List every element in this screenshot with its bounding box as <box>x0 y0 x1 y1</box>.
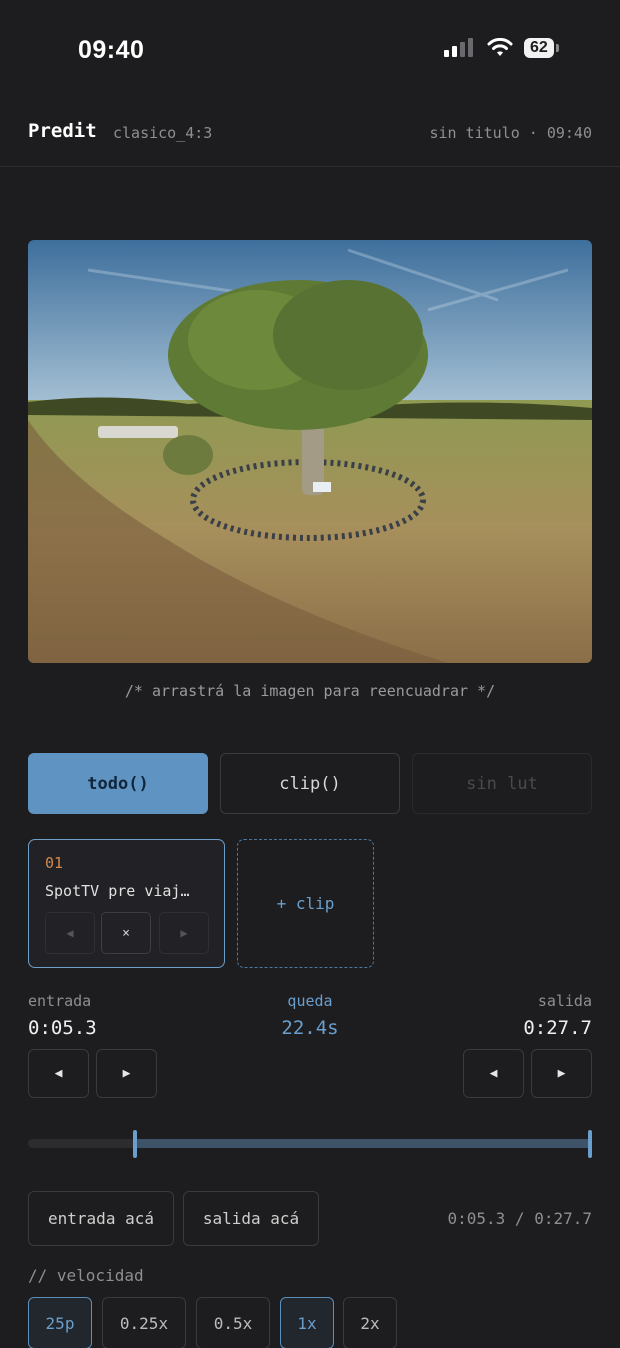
range-readout: 0:05.3 / 0:27.7 <box>447 1209 593 1228</box>
set-out-button[interactable]: salida acá <box>183 1191 319 1246</box>
speed-option-0-25x[interactable]: 0.25x <box>102 1297 186 1348</box>
cellular-signal-icon <box>444 38 473 57</box>
timeline-selection <box>135 1139 592 1148</box>
out-handle[interactable] <box>588 1130 592 1158</box>
caret-right-icon: ▶ <box>557 1066 566 1081</box>
clip-move-left-button[interactable]: ◀ <box>45 912 95 954</box>
status-icons: 62 <box>444 38 559 58</box>
speed-section-title: // velocidad <box>28 1266 144 1285</box>
clip-remove-button[interactable]: × <box>101 912 151 954</box>
speed-option-1x[interactable]: 1x <box>280 1297 334 1348</box>
document-info[interactable]: sin titulo · 09:40 <box>429 124 592 142</box>
status-time: 09:40 <box>78 36 145 64</box>
speed-option-0-5x[interactable]: 0.5x <box>196 1297 270 1348</box>
caret-left-icon: ◀ <box>66 926 74 940</box>
in-step-forward-button[interactable]: ▶ <box>96 1049 157 1098</box>
set-in-button[interactable]: entrada acá <box>28 1191 174 1246</box>
preview-image[interactable] <box>28 240 592 663</box>
out-step-back-button[interactable]: ◀ <box>463 1049 524 1098</box>
battery-indicator: 62 <box>524 38 559 58</box>
lut-button[interactable]: sin lut <box>412 753 592 814</box>
close-icon: × <box>122 925 130 941</box>
add-clip-button[interactable]: + clip <box>237 839 374 968</box>
mode-clip-button[interactable]: clip() <box>220 753 400 814</box>
clip-move-right-button[interactable]: ▶ <box>159 912 209 954</box>
caret-right-icon: ▶ <box>122 1066 131 1081</box>
mode-all-button[interactable]: todo() <box>28 753 208 814</box>
remaining-label: queda <box>287 992 333 1010</box>
reframe-hint: /* arrastrá la imagen para reencuadrar *… <box>124 682 496 700</box>
app-brand: Predit <box>28 120 97 142</box>
caret-left-icon: ◀ <box>489 1066 498 1081</box>
out-point-value: 0:27.7 <box>523 1017 592 1039</box>
caret-right-icon: ▶ <box>180 926 188 940</box>
out-point-label: salida <box>537 992 592 1010</box>
header-divider <box>0 166 620 167</box>
in-handle[interactable] <box>133 1130 138 1158</box>
clip-number: 01 <box>45 854 64 872</box>
in-step-back-button[interactable]: ◀ <box>28 1049 89 1098</box>
out-step-forward-button[interactable]: ▶ <box>531 1049 592 1098</box>
clip-name: SpotTV pre viaj… <box>45 882 190 900</box>
speed-option-2x[interactable]: 2x <box>343 1297 397 1348</box>
caret-left-icon: ◀ <box>54 1066 63 1081</box>
speed-option-25p[interactable]: 25p <box>28 1297 92 1348</box>
wifi-icon <box>487 38 513 56</box>
clip-card[interactable]: 01 SpotTV pre viaj… ◀ × ▶ <box>28 839 225 968</box>
preset-label[interactable]: clasico_4:3 <box>113 124 212 142</box>
